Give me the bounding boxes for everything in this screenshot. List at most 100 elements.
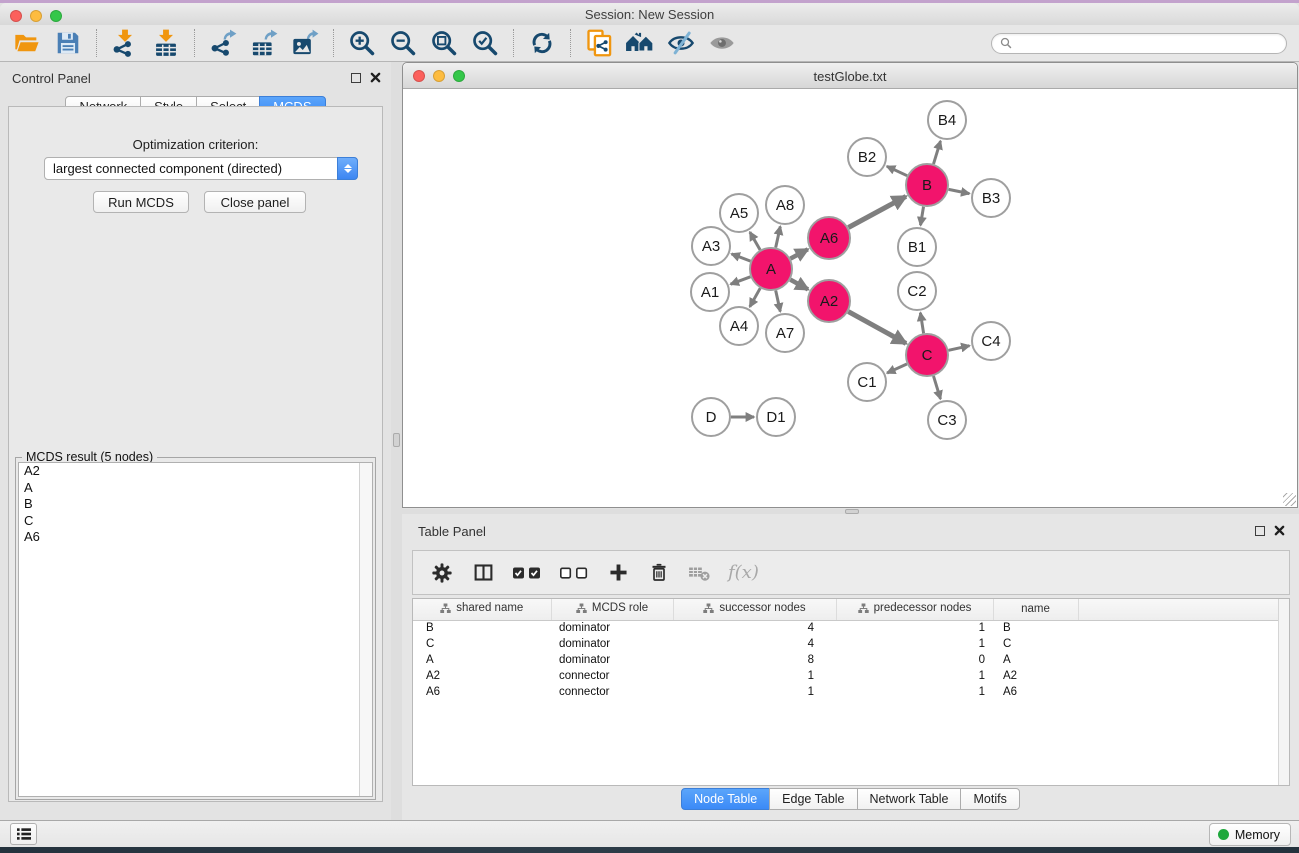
function-builder-button[interactable]: f(x) xyxy=(728,562,759,583)
node-A5[interactable]: A5 xyxy=(720,194,758,232)
edge-A-A7[interactable] xyxy=(776,291,781,312)
table-scrollbar[interactable] xyxy=(1278,599,1289,785)
node-B1[interactable]: B1 xyxy=(898,228,936,266)
node-C3[interactable]: C3 xyxy=(928,401,966,439)
edge-A-A5[interactable] xyxy=(750,232,760,250)
column-view-button[interactable] xyxy=(470,560,496,586)
node-A6[interactable]: A6 xyxy=(808,217,850,259)
zoom-in-button[interactable] xyxy=(345,28,379,58)
network-graph[interactable]: A A1 A2 A3 A4 A5 A6 A7 A8 B B1 B2 B3 B4 C C1 C2 C3 C4 D D1 xyxy=(403,89,1297,507)
zoom-fit-button[interactable] xyxy=(427,28,461,58)
add-column-button[interactable] xyxy=(605,560,631,586)
node-A8[interactable]: A8 xyxy=(766,186,804,224)
node-A2[interactable]: A2 xyxy=(808,280,850,322)
show-all-panels-button[interactable] xyxy=(623,28,657,58)
table-settings-button[interactable] xyxy=(429,560,455,586)
node-D[interactable]: D xyxy=(692,398,730,436)
edge-B-B2[interactable] xyxy=(887,166,907,175)
edge-A-A1[interactable] xyxy=(731,277,751,284)
edge-A-A2[interactable] xyxy=(790,280,808,290)
resize-grip-icon[interactable] xyxy=(1283,493,1296,506)
edge-C-C1[interactable] xyxy=(887,364,907,373)
result-list-scrollbar[interactable] xyxy=(359,463,372,796)
node-B3[interactable]: B3 xyxy=(972,179,1010,217)
criterion-select[interactable]: largest connected component (directed) xyxy=(44,157,358,180)
result-item-a2[interactable]: A2 xyxy=(19,463,372,480)
edge-A-A4[interactable] xyxy=(750,288,760,307)
column-header-successor-nodes[interactable]: successor nodes xyxy=(673,599,836,620)
import-network-button[interactable] xyxy=(108,28,142,58)
column-header-shared-name[interactable]: shared name xyxy=(413,599,551,620)
export-network-button[interactable] xyxy=(206,28,240,58)
node-C1[interactable]: C1 xyxy=(848,363,886,401)
node-A[interactable]: A xyxy=(750,248,792,290)
search-input[interactable] xyxy=(1017,36,1278,50)
table-row[interactable]: Cdominator41C xyxy=(413,636,1289,652)
node-A1[interactable]: A1 xyxy=(691,273,729,311)
node-C4[interactable]: C4 xyxy=(972,322,1010,360)
table-row[interactable]: Adominator80A xyxy=(413,652,1289,668)
refresh-button[interactable] xyxy=(525,28,559,58)
column-header-name[interactable]: name xyxy=(993,599,1078,620)
memory-button[interactable]: Memory xyxy=(1209,823,1291,846)
float-panel-icon[interactable] xyxy=(1255,526,1265,536)
tab-network-table[interactable]: Network Table xyxy=(857,788,962,810)
import-table-button[interactable] xyxy=(149,28,183,58)
result-item-b[interactable]: B xyxy=(19,496,372,513)
float-panel-icon[interactable] xyxy=(351,73,361,83)
table-row[interactable]: A2connector11A2 xyxy=(413,668,1289,684)
node-B4[interactable]: B4 xyxy=(928,101,966,139)
edge-A-A8[interactable] xyxy=(776,227,781,248)
result-item-a[interactable]: A xyxy=(19,480,372,497)
clone-network-button[interactable] xyxy=(582,28,616,58)
export-image-button[interactable] xyxy=(288,28,322,58)
edge-B-B1[interactable] xyxy=(921,207,924,226)
run-mcds-button[interactable]: Run MCDS xyxy=(93,191,189,213)
close-panel-icon[interactable] xyxy=(1274,525,1285,536)
select-all-button[interactable] xyxy=(511,560,543,586)
edge-A-A6[interactable] xyxy=(790,249,807,258)
close-panel-button[interactable]: Close panel xyxy=(204,191,306,213)
edge-C-C4[interactable] xyxy=(949,346,970,351)
splitter-grip[interactable] xyxy=(393,433,400,447)
open-session-button[interactable] xyxy=(10,28,44,58)
result-item-a6[interactable]: A6 xyxy=(19,529,372,546)
zoom-out-button[interactable] xyxy=(386,28,420,58)
edge-A2-C[interactable] xyxy=(848,312,906,344)
edge-B-B4[interactable] xyxy=(934,141,941,164)
edge-C-C2[interactable] xyxy=(920,313,923,334)
network-canvas[interactable]: A A1 A2 A3 A4 A5 A6 A7 A8 B B1 B2 B3 B4 C C1 C2 C3 C4 D D1 xyxy=(403,89,1297,507)
delete-table-button[interactable] xyxy=(687,560,713,586)
edge-B-B3[interactable] xyxy=(949,189,970,193)
node-B[interactable]: B xyxy=(906,164,948,206)
zoom-selected-button[interactable] xyxy=(468,28,502,58)
tab-edge-table[interactable]: Edge Table xyxy=(769,788,857,810)
vertical-splitter[interactable] xyxy=(391,62,402,820)
node-B2[interactable]: B2 xyxy=(848,138,886,176)
column-header-predecessor-nodes[interactable]: predecessor nodes xyxy=(836,599,993,620)
node-A3[interactable]: A3 xyxy=(692,227,730,265)
tab-motifs[interactable]: Motifs xyxy=(960,788,1019,810)
node-D1[interactable]: D1 xyxy=(757,398,795,436)
search-field[interactable] xyxy=(991,33,1287,54)
node-A7[interactable]: A7 xyxy=(766,314,804,352)
delete-column-button[interactable] xyxy=(646,560,672,586)
edge-C-C3[interactable] xyxy=(934,376,941,399)
table-row[interactable]: A6connector11A6 xyxy=(413,684,1289,700)
node-A4[interactable]: A4 xyxy=(720,307,758,345)
result-item-c[interactable]: C xyxy=(19,513,372,530)
close-panel-icon[interactable] xyxy=(370,72,381,83)
deselect-all-button[interactable] xyxy=(558,560,590,586)
edge-A-A3[interactable] xyxy=(732,254,751,261)
tab-node-table[interactable]: Node Table xyxy=(681,788,770,810)
task-history-button[interactable] xyxy=(10,823,37,845)
column-header-MCDS-role[interactable]: MCDS role xyxy=(551,599,673,620)
show-selected-button[interactable] xyxy=(705,28,739,58)
hide-selected-button[interactable] xyxy=(664,28,698,58)
table-row[interactable]: Bdominator41B xyxy=(413,620,1289,636)
node-C2[interactable]: C2 xyxy=(898,272,936,310)
export-table-button[interactable] xyxy=(247,28,281,58)
edge-A6-B[interactable] xyxy=(848,196,906,227)
node-C[interactable]: C xyxy=(906,334,948,376)
save-session-button[interactable] xyxy=(51,28,85,58)
